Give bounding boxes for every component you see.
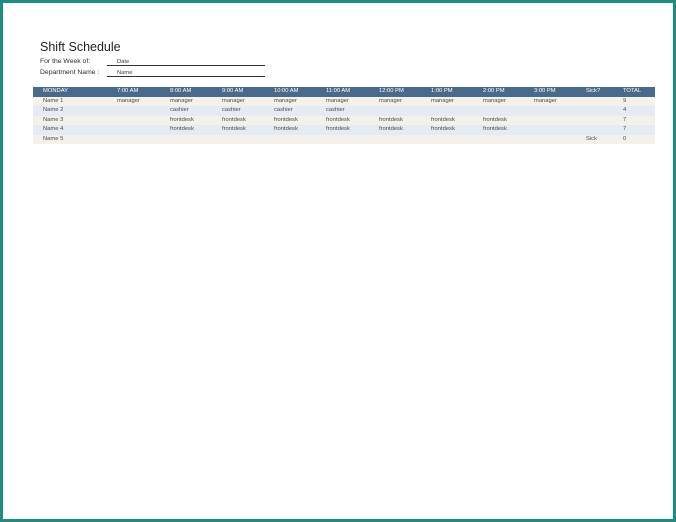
column-header: 10:00 AM — [274, 88, 299, 94]
table-cell[interactable]: 0 — [623, 135, 626, 145]
table-cell[interactable]: frontdesk — [170, 125, 194, 135]
table-cell[interactable]: manager — [274, 97, 297, 107]
table-row: Name 1 manager manager manager manager manage… — [33, 96, 655, 107]
table-cell[interactable]: Name 4 — [43, 125, 63, 135]
table-cell[interactable]: 4 — [623, 106, 626, 116]
table-cell[interactable]: frontdesk — [483, 125, 507, 135]
table-cell[interactable]: manager — [483, 97, 506, 107]
table-cell[interactable]: Name 3 — [43, 116, 63, 126]
table-row: Name 5 Sick 0 — [33, 134, 655, 145]
table-cell[interactable]: manager — [170, 97, 193, 107]
table-cell[interactable]: frontdesk — [170, 116, 194, 126]
table-cell[interactable]: 7 — [623, 125, 626, 135]
table-cell[interactable]: frontdesk — [222, 116, 246, 126]
table-cell[interactable]: frontdesk — [379, 125, 403, 135]
table-cell[interactable]: frontdesk — [431, 125, 455, 135]
column-header: 12:00 PM — [379, 88, 404, 94]
table-cell[interactable]: Name 1 — [43, 97, 63, 107]
page-frame: Shift Schedule For the Week of: Date Dep… — [0, 0, 676, 522]
table-cell[interactable]: cashier — [170, 106, 189, 116]
column-header: Sick? — [586, 88, 601, 94]
table-cell[interactable]: frontdesk — [431, 116, 455, 126]
column-header: 2:00 PM — [483, 88, 505, 94]
shift-table: MONDAY 7:00 AM 8:00 AM 9:00 AM 10:00 AM 11:00… — [33, 87, 655, 144]
table-cell[interactable]: manager — [379, 97, 402, 107]
department-field[interactable]: Name — [107, 69, 265, 77]
table-cell[interactable]: manager — [222, 97, 245, 107]
column-header: 3:00 PM — [534, 88, 556, 94]
column-header: TOTAL — [623, 88, 642, 94]
column-header: 7:00 AM — [117, 88, 139, 94]
schedule-title: Shift Schedule — [40, 40, 121, 54]
table-cell[interactable]: cashier — [326, 106, 345, 116]
table-cell[interactable]: 9 — [623, 97, 626, 107]
table-cell[interactable]: Name 5 — [43, 135, 63, 145]
column-header: 9:00 AM — [222, 88, 244, 94]
table-cell[interactable]: frontdesk — [379, 116, 403, 126]
table-cell[interactable]: frontdesk — [274, 116, 298, 126]
column-header: 8:00 AM — [170, 88, 192, 94]
table-row: Name 4 frontdesk frontdesk frontdesk frontde… — [33, 125, 655, 135]
table-row: Name 3 frontdesk frontdesk frontdesk frontde… — [33, 115, 655, 126]
week-field[interactable]: Date — [107, 58, 265, 66]
department-label: Department Name : — [40, 69, 100, 76]
table-row: Name 2 cashier cashier cashier cashier 4 — [33, 106, 655, 116]
week-label: For the Week of: — [40, 58, 91, 65]
header-row: MONDAY 7:00 AM 8:00 AM 9:00 AM 10:00 AM 11:00… — [33, 87, 655, 97]
table-cell[interactable]: frontdesk — [483, 116, 507, 126]
table-cell[interactable]: Name 2 — [43, 106, 63, 116]
table-cell[interactable]: frontdesk — [222, 125, 246, 135]
table-cell[interactable]: manager — [117, 97, 140, 107]
column-header: 11:00 AM — [326, 88, 351, 94]
table-cell[interactable]: frontdesk — [274, 125, 298, 135]
table-cell[interactable]: 7 — [623, 116, 626, 126]
table-cell[interactable]: frontdesk — [326, 125, 350, 135]
table-cell[interactable]: frontdesk — [326, 116, 350, 126]
column-header: MONDAY — [43, 88, 69, 94]
column-header: 1:00 PM — [431, 88, 453, 94]
table-cell[interactable]: manager — [431, 97, 454, 107]
table-cell[interactable]: Sick — [586, 135, 597, 145]
table-cell[interactable]: cashier — [274, 106, 293, 116]
table-cell[interactable]: cashier — [222, 106, 241, 116]
table-cell[interactable]: manager — [534, 97, 557, 107]
table-cell[interactable]: manager — [326, 97, 349, 107]
